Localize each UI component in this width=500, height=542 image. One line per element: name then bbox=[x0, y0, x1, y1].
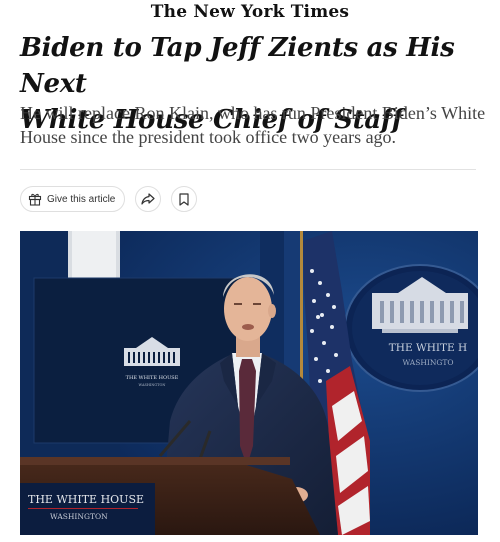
article-photo[interactable]: THE WHITE HOUSE WASHINGTON THE WHITE H W… bbox=[20, 231, 478, 535]
summary-line-2: House since the president took office tw… bbox=[20, 127, 397, 147]
press-briefing-photo: THE WHITE HOUSE WASHINGTON THE WHITE H W… bbox=[20, 231, 478, 535]
podium-subtitle: WASHINGTON bbox=[50, 512, 108, 521]
share-arrow-icon bbox=[141, 193, 155, 205]
gift-icon bbox=[28, 192, 42, 206]
screen-title: THE WHITE HOUSE bbox=[126, 375, 179, 381]
bookmark-button[interactable] bbox=[171, 186, 198, 212]
gift-article-label: Give this article bbox=[47, 193, 116, 205]
summary-line-1: He will replace Ron Klain, who has run P… bbox=[20, 103, 486, 123]
seal-title: THE WHITE H bbox=[389, 342, 467, 354]
article-actions: Give this article bbox=[20, 186, 198, 212]
gift-article-button[interactable]: Give this article bbox=[20, 186, 126, 212]
share-button[interactable] bbox=[135, 186, 162, 212]
article-summary: He will replace Ron Klain, who has run P… bbox=[20, 101, 490, 149]
seal-subtitle: WASHINGTO bbox=[402, 358, 453, 367]
divider bbox=[20, 169, 476, 170]
nyt-masthead-logo[interactable]: The New York Times bbox=[0, 2, 500, 24]
bookmark-icon bbox=[179, 192, 189, 206]
podium-title: THE WHITE HOUSE bbox=[28, 493, 144, 506]
headline-line-1: Biden to Tap Jeff Zients as His Next bbox=[20, 33, 455, 99]
screen-subtitle: WASHINGTON bbox=[139, 383, 166, 387]
